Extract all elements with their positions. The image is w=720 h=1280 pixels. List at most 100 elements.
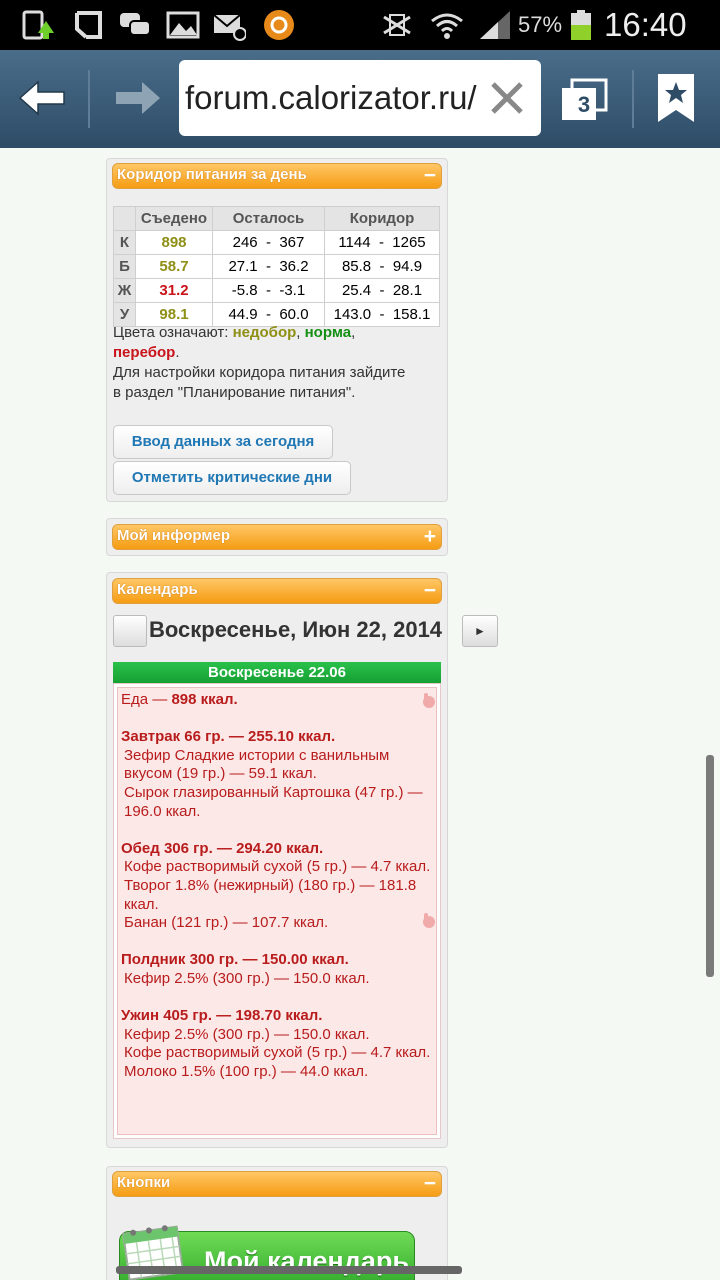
meal-item: Кофе растворимый сухой (5 гр.) — 4.7 кка… bbox=[124, 858, 431, 876]
nutrition-corridor-header[interactable]: Коридор питания за день − bbox=[112, 163, 442, 189]
settings-note: Для настройки коридора питания зайдите в… bbox=[113, 364, 406, 401]
legend-over: перебор bbox=[113, 344, 176, 361]
remaining-range: 246 - 367 bbox=[212, 230, 325, 255]
pointer-hand-icon[interactable] bbox=[420, 912, 436, 928]
my-informer-header[interactable]: Мой информер + bbox=[112, 524, 442, 550]
range-dash: - bbox=[379, 282, 385, 299]
corridor-range: 85.8 - 94.9 bbox=[324, 254, 440, 279]
mark-critical-days-button[interactable]: Отметить критические дни bbox=[113, 461, 351, 495]
meal-item: Кефир 2.5% (300 гр.) — 150.0 ккал. bbox=[124, 969, 370, 987]
table-header-row: Съедено Осталось Коридор bbox=[113, 206, 440, 231]
meal-item: Зефир Сладкие истории с ванильным вкусом… bbox=[124, 746, 390, 783]
forward-arrow-icon[interactable] bbox=[112, 78, 162, 118]
food-label: Еда — bbox=[121, 691, 168, 708]
url-text[interactable]: forum.calorizator.ru/ bbox=[185, 79, 477, 117]
calendar-header[interactable]: Календарь − bbox=[112, 578, 442, 604]
range-dash: - bbox=[266, 234, 271, 251]
meal-item: Молоко 1.5% (100 гр.) — 44.0 ккал. bbox=[124, 1062, 369, 1080]
meal-item: Банан (121 гр.) — 107.7 ккал. bbox=[124, 914, 329, 932]
app-update-icon bbox=[22, 10, 54, 40]
meal-header: Обед 306 гр. — 294.20 ккал. bbox=[121, 839, 324, 857]
remaining-range: 27.1 - 36.2 bbox=[212, 254, 325, 279]
column-header: Осталось bbox=[212, 206, 325, 231]
calendar-navigation: Воскресенье, Июн 22, 2014 ► bbox=[113, 615, 503, 649]
toolbar-divider bbox=[632, 70, 634, 128]
legend-norm: норма bbox=[304, 324, 352, 341]
table-row: Б 58.7 27.1 - 36.2 85.8 - 94.9 bbox=[113, 254, 440, 279]
legend-comma: , bbox=[351, 324, 356, 341]
previous-day-button[interactable] bbox=[113, 615, 147, 647]
bookmark-star-icon[interactable] bbox=[654, 72, 698, 124]
range-dash: - bbox=[266, 258, 271, 275]
eaten-value: 58.7 bbox=[135, 254, 213, 279]
panel-title: Календарь bbox=[117, 581, 198, 598]
buttons-panel: Кнопки − Мой календарь bbox=[106, 1166, 448, 1280]
sync-icon bbox=[75, 11, 102, 39]
buttons-header[interactable]: Кнопки − bbox=[112, 1171, 442, 1197]
meal-item: Кефир 2.5% (300 гр.) — 150.0 ккал. bbox=[124, 1025, 370, 1043]
wifi-icon bbox=[431, 13, 463, 39]
eaten-value: 31.2 bbox=[135, 278, 213, 303]
column-header: Съедено bbox=[135, 206, 213, 231]
meal-header: Ужин 405 гр. — 198.70 ккал. bbox=[121, 1007, 323, 1025]
collapse-icon[interactable]: − bbox=[424, 580, 436, 601]
clear-url-icon[interactable] bbox=[487, 78, 527, 118]
food-total-line: Еда — 898 ккал. bbox=[121, 691, 433, 710]
status-bar: 57% 16:40 bbox=[0, 0, 720, 50]
browser-app-icon bbox=[264, 10, 294, 40]
corridor-min: 25.4 bbox=[341, 282, 372, 299]
panel-title: Мой информер bbox=[117, 527, 230, 544]
legend-comma: , bbox=[296, 324, 301, 341]
remaining-min: 44.9 bbox=[228, 306, 258, 323]
corridor-max: 158.1 bbox=[392, 306, 431, 323]
row-label: Ж bbox=[113, 278, 136, 303]
range-dash: - bbox=[378, 234, 384, 251]
calendar-panel: Календарь − Воскресенье, Июн 22, 2014 ► … bbox=[106, 572, 498, 1148]
remaining-max: 36.2 bbox=[279, 258, 309, 275]
meal-item: Кофе растворимый сухой (5 гр.) — 4.7 кка… bbox=[124, 1044, 431, 1062]
calendar-date: Воскресенье, Июн 22, 2014 bbox=[149, 617, 443, 642]
corridor-range: 1144 - 1265 bbox=[324, 230, 440, 255]
pointer-hand-icon[interactable] bbox=[420, 692, 436, 708]
table-header-corner bbox=[113, 206, 136, 231]
corridor-max: 28.1 bbox=[392, 282, 423, 299]
remaining-min: 246 bbox=[232, 234, 258, 251]
range-dash: - bbox=[379, 306, 385, 323]
legend-under: недобор bbox=[232, 324, 297, 341]
email-icon bbox=[213, 14, 246, 41]
collapse-icon[interactable]: − bbox=[424, 165, 436, 186]
battery-percentage: 57% bbox=[518, 12, 563, 37]
my-informer-panel: Мой информер + bbox=[106, 518, 448, 556]
url-bar[interactable]: forum.calorizator.ru/ bbox=[179, 60, 541, 136]
row-label: К bbox=[113, 230, 136, 255]
day-header: Воскресенье 22.06 bbox=[113, 662, 441, 683]
vertical-scrollbar[interactable] bbox=[706, 755, 714, 977]
nutrition-corridor-panel: Коридор питания за день − Съедено Остало… bbox=[106, 158, 448, 502]
tab-count[interactable]: 3 bbox=[574, 92, 594, 118]
enter-today-data-button[interactable]: Ввод данных за сегодня bbox=[113, 425, 333, 459]
remaining-min: 27.1 bbox=[228, 258, 258, 275]
next-day-button[interactable]: ► bbox=[462, 615, 498, 647]
collapse-icon[interactable]: − bbox=[424, 1173, 436, 1194]
corridor-max: 1265 bbox=[392, 234, 426, 251]
meal-header: Завтрак 66 гр. — 255.10 ккал. bbox=[121, 728, 336, 746]
horizontal-scrollbar[interactable] bbox=[116, 1266, 462, 1274]
signal-icon bbox=[480, 11, 510, 39]
eaten-value: 898 bbox=[135, 230, 213, 255]
nutrition-table: Съедено Осталось Коридор К 898 246 - 367… bbox=[113, 206, 440, 327]
range-dash: - bbox=[266, 306, 271, 323]
clock: 16:40 bbox=[604, 6, 687, 43]
legend-period: . bbox=[175, 344, 180, 361]
toolbar-divider bbox=[88, 70, 90, 128]
web-page: Коридор питания за день − Съедено Остало… bbox=[0, 152, 720, 1280]
expand-icon[interactable]: + bbox=[424, 526, 436, 547]
meal-item: Сырок глазированный Картошка (47 гр.) — … bbox=[124, 783, 423, 820]
table-row: К 898 246 - 367 1144 - 1265 bbox=[113, 230, 440, 255]
legend-prefix: Цвета означают: bbox=[113, 324, 229, 341]
battery-icon bbox=[571, 10, 591, 40]
back-arrow-icon[interactable] bbox=[18, 78, 68, 118]
remaining-min: -5.8 bbox=[231, 282, 258, 299]
color-legend: Цвета означают: недобор, норма, перебор.… bbox=[113, 323, 413, 403]
meal-header: Полдник 300 гр. — 150.00 ккал. bbox=[121, 951, 349, 969]
food-diary: Еда — 898 ккал. Завтрак 66 гр. — 255.10 … bbox=[117, 687, 437, 1135]
